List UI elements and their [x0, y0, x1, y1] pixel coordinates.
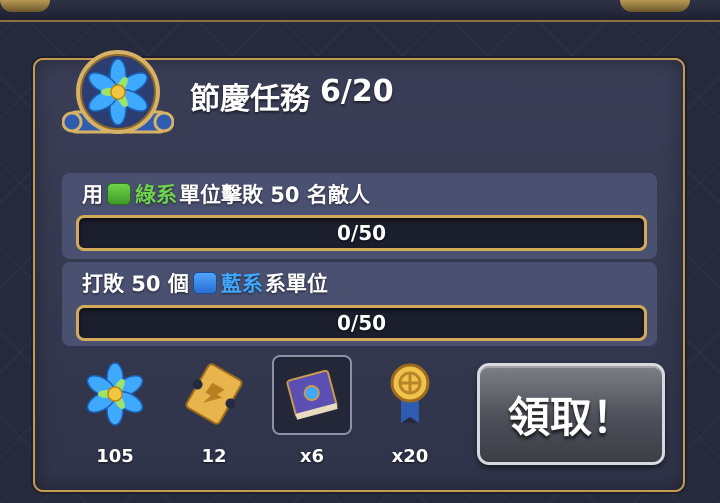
quest-title-text: 節慶任務	[190, 82, 310, 117]
gold-medal-icon	[370, 355, 450, 433]
task-description: 打敗 50 個 藍系 系單位	[82, 268, 328, 298]
task-element-label: 藍系	[220, 272, 263, 296]
quest-progress: 6/20	[320, 74, 394, 109]
task-row: 打敗 50 個 藍系 系單位 0/50	[62, 262, 657, 346]
progress-text: 0/50	[336, 221, 387, 245]
reward-item[interactable]: x20	[370, 355, 450, 475]
top-frame	[0, 0, 720, 22]
gold-ticket-icon	[174, 355, 254, 433]
frame-ornament-right	[620, 0, 690, 12]
task-suffix: 系單位	[264, 272, 328, 296]
frame-ornament-left	[0, 0, 50, 12]
task-progress-bar: 0/50	[76, 305, 647, 341]
task-prefix: 用	[82, 183, 103, 207]
reward-quantity: 12	[201, 446, 227, 467]
claim-button[interactable]: 領取！	[477, 363, 665, 465]
task-progress-bar: 0/50	[76, 215, 647, 251]
blue-flower-icon	[75, 355, 155, 433]
reward-item[interactable]: 12	[174, 355, 254, 475]
blue-flower-scroll-icon	[61, 44, 175, 156]
task-suffix: 單位擊敗 50 名敵人	[179, 183, 370, 207]
task-row: 用 綠系 單位擊敗 50 名敵人 0/50	[62, 173, 657, 259]
quest-title: 節慶任務 6/20	[190, 74, 394, 118]
reward-quantity: x6	[299, 446, 325, 467]
reward-quantity: x20	[391, 446, 429, 467]
blue-element-icon	[192, 272, 217, 294]
task-prefix: 打敗 50 個	[82, 272, 189, 296]
reward-quantity: 105	[96, 446, 134, 467]
progress-text: 0/50	[336, 311, 387, 335]
spellbook-icon	[272, 355, 352, 433]
green-element-icon	[107, 183, 131, 205]
task-element-label: 綠系	[135, 183, 177, 207]
task-description: 用 綠系 單位擊敗 50 名敵人	[82, 179, 370, 209]
reward-item[interactable]: x6	[272, 355, 352, 475]
reward-item[interactable]: 105	[75, 355, 155, 475]
